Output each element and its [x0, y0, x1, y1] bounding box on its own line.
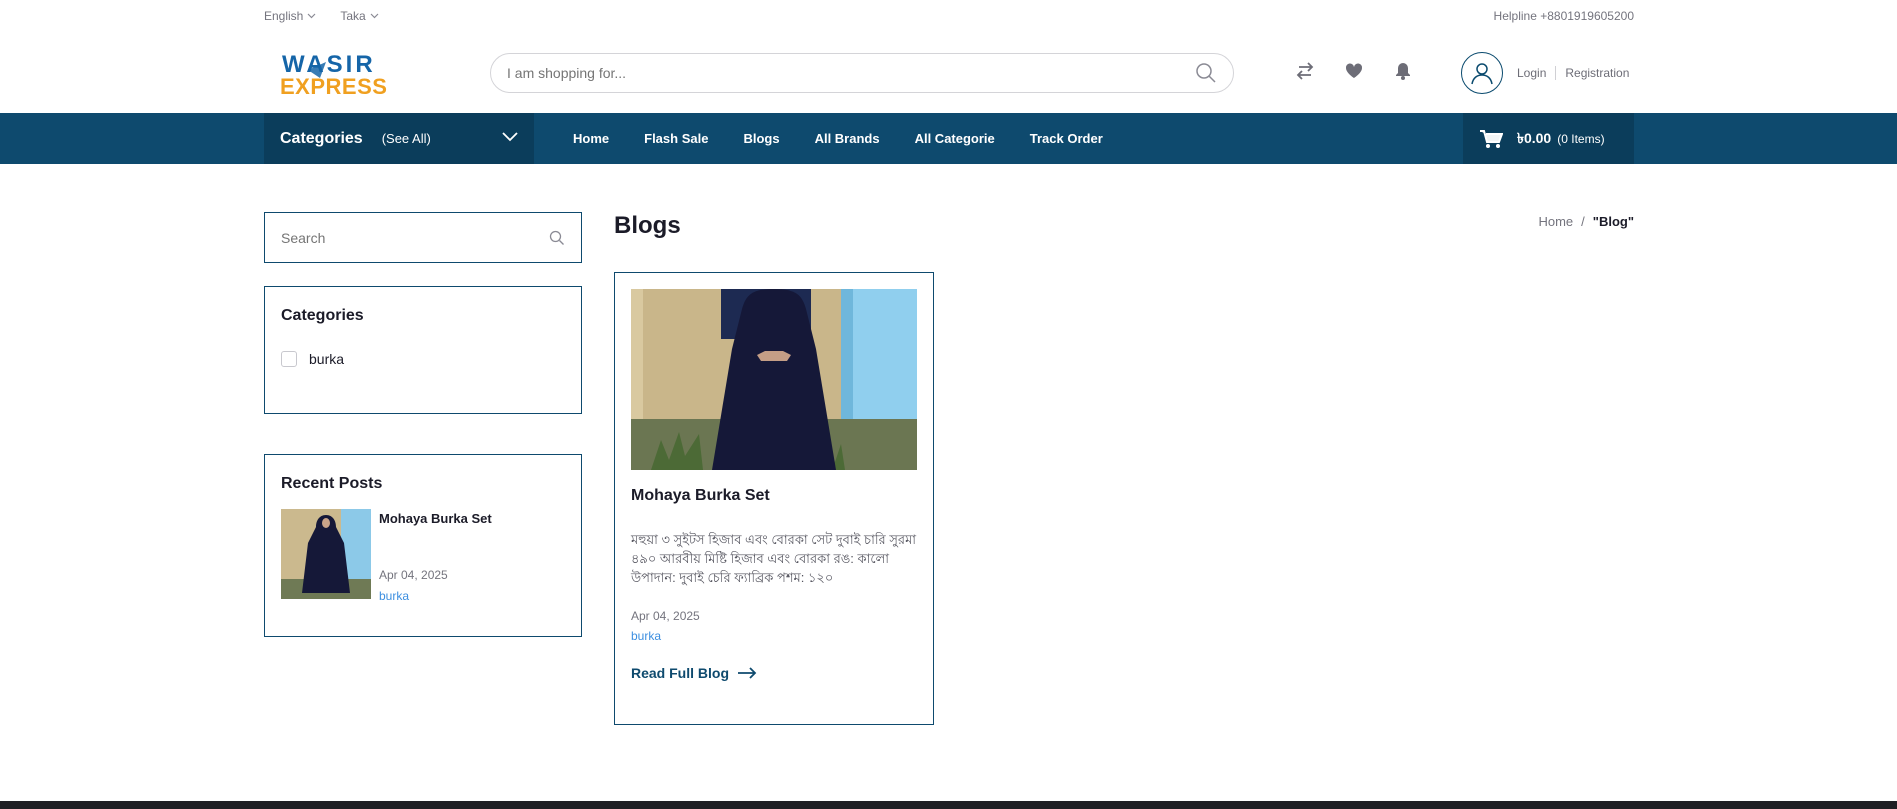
breadcrumb-separator: / [1581, 214, 1585, 229]
recent-post-date: Apr 04, 2025 [379, 568, 448, 582]
category-item[interactable]: burka [281, 351, 565, 367]
search-icon[interactable] [1195, 62, 1217, 84]
nav-all-brands[interactable]: All Brands [815, 131, 880, 146]
user-icon[interactable] [1461, 52, 1503, 94]
footer [0, 801, 1897, 809]
search-input[interactable] [507, 65, 1195, 81]
categories-title: Categories [280, 129, 363, 147]
recent-post-title[interactable]: Mohaya Burka Set [379, 511, 492, 526]
read-full-blog-link[interactable]: Read Full Blog [631, 665, 917, 681]
search-bar[interactable] [490, 53, 1234, 93]
cart-item-count: (0 Items) [1557, 131, 1605, 146]
category-label: burka [309, 351, 345, 367]
page-title: Blogs [614, 212, 681, 239]
svg-text:EXPRESS: EXPRESS [280, 74, 387, 98]
categories-see-all[interactable]: (See All) [382, 131, 431, 146]
chevron-down-icon [370, 13, 379, 19]
nav-links: Home Flash Sale Blogs All Brands All Cat… [573, 113, 1103, 164]
breadcrumb: Home / "Blog" [1538, 214, 1634, 229]
header: WASIR EXPRESS Login Registration [264, 32, 1634, 113]
helpline: Helpline +8801919605200 [1493, 9, 1634, 23]
widget-title: Recent Posts [281, 475, 383, 492]
nav-flash-sale[interactable]: Flash Sale [644, 131, 708, 146]
cart-icon [1480, 129, 1503, 148]
currency-label: Taka [340, 9, 366, 23]
compare-icon[interactable] [1294, 60, 1316, 82]
login-link[interactable]: Login [1517, 66, 1546, 80]
nav-track-order[interactable]: Track Order [1030, 131, 1103, 146]
divider [1555, 66, 1557, 80]
category-checkbox[interactable] [281, 351, 297, 367]
nav-home[interactable]: Home [573, 131, 609, 146]
breadcrumb-home[interactable]: Home [1538, 214, 1573, 229]
widget-title: Categories [281, 307, 364, 324]
nav-blogs[interactable]: Blogs [743, 131, 779, 146]
search-icon[interactable] [549, 230, 565, 246]
main-nav: Categories (See All) Home Flash Sale Blo… [0, 113, 1897, 164]
recent-post-category[interactable]: burka [379, 589, 492, 603]
site-logo[interactable]: WASIR EXPRESS [278, 48, 428, 99]
wishlist-heart-icon[interactable] [1343, 60, 1365, 82]
header-icons [1294, 60, 1414, 82]
recent-post-item[interactable]: Mohaya Burka Set Apr 04, 2025 burka [281, 509, 565, 603]
registration-link[interactable]: Registration [1565, 66, 1629, 80]
language-dropdown[interactable]: English [264, 9, 316, 23]
blog-post-excerpt: মহুয়া ৩ সুইটস হিজাব এবং বোরকা সেট দুবাই… [631, 532, 917, 585]
chevron-down-icon [502, 132, 518, 142]
blog-post-title[interactable]: Mohaya Burka Set [631, 487, 917, 505]
blog-search-input[interactable] [281, 229, 549, 246]
blog-post-date: Apr 04, 2025 [631, 609, 700, 623]
top-bar: English Taka Helpline +8801919605200 [264, 0, 1634, 32]
cart-amount: ৳0.00 [1517, 129, 1552, 146]
read-full-blog-label: Read Full Blog [631, 665, 729, 681]
notification-bell-icon[interactable] [1392, 60, 1414, 82]
blog-post-card: Mohaya Burka Set মহুয়া ৩ সুইটস হিজাব এব… [614, 272, 934, 725]
blog-post-category[interactable]: burka [631, 629, 917, 643]
chevron-down-icon [307, 13, 316, 19]
cart-button[interactable]: ৳0.00 (0 Items) [1463, 113, 1634, 164]
recent-post-thumbnail[interactable] [281, 509, 371, 599]
blog-search[interactable] [264, 212, 582, 263]
nav-all-categories[interactable]: All Categorie [915, 131, 995, 146]
user-account: Login Registration [1461, 52, 1629, 94]
logo-icon: WASIR EXPRESS [280, 51, 387, 99]
categories-dropdown[interactable]: Categories (See All) [264, 113, 534, 164]
blog-post-image[interactable] [631, 289, 917, 470]
language-label: English [264, 9, 304, 23]
arrow-right-icon [738, 667, 757, 679]
recent-posts-widget: Recent Posts Mohaya Burka Set Apr 04, 20… [264, 454, 582, 637]
categories-widget: Categories burka [264, 286, 582, 414]
breadcrumb-current: "Blog" [1592, 214, 1634, 229]
currency-dropdown[interactable]: Taka [340, 9, 379, 23]
